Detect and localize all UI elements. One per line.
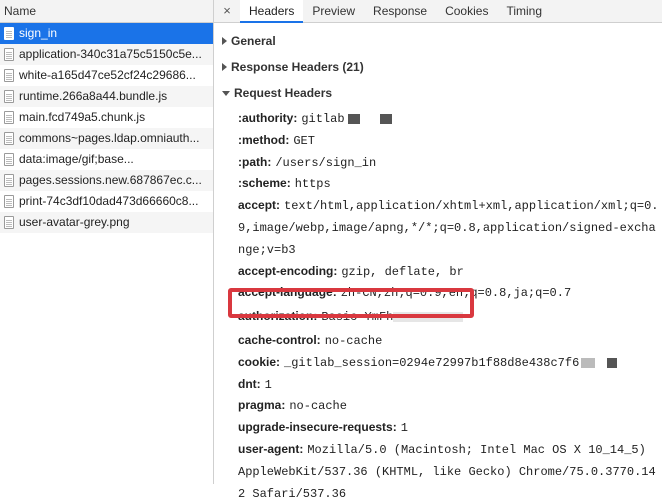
collapse-arrow-icon bbox=[222, 90, 230, 96]
header-value: _gitlab_session=0294e72997b1f88d8e438c7f… bbox=[284, 356, 618, 370]
header-row: cache-control: no-cache bbox=[238, 330, 662, 352]
header-name: dnt: bbox=[238, 376, 261, 391]
header-row: cookie: _gitlab_session=0294e72997b1f88d8… bbox=[238, 352, 662, 374]
request-headers-section-toggle[interactable]: Request Headers bbox=[214, 80, 662, 106]
request-row[interactable]: runtime.266a8a44.bundle.js bbox=[0, 86, 213, 107]
request-row[interactable]: sign_in bbox=[0, 23, 213, 44]
header-name: cookie: bbox=[238, 354, 281, 369]
file-icon bbox=[4, 27, 14, 40]
request-row[interactable]: main.fcd749a5.chunk.js bbox=[0, 107, 213, 128]
tab-preview[interactable]: Preview bbox=[303, 0, 364, 22]
header-value: text/html,application/xhtml+xml,applicat… bbox=[238, 199, 659, 257]
authorization-highlight-box bbox=[228, 288, 474, 318]
request-name: user-avatar-grey.png bbox=[19, 215, 130, 229]
header-row: :scheme: https bbox=[238, 173, 662, 195]
file-icon bbox=[4, 111, 14, 124]
header-value: GET bbox=[293, 133, 315, 148]
request-name: white-a165d47ce52cf24c29686... bbox=[19, 68, 196, 82]
header-name: :path: bbox=[238, 154, 272, 169]
header-value: /users/sign_in bbox=[275, 155, 377, 170]
request-detail-panel: × Headers Preview Response Cookies Timin… bbox=[214, 0, 662, 501]
file-icon bbox=[4, 90, 14, 103]
header-value: gzip, deflate, br bbox=[341, 264, 464, 279]
request-name: commons~pages.ldap.omniauth... bbox=[19, 131, 200, 145]
section-title: General bbox=[231, 34, 276, 48]
tab-response[interactable]: Response bbox=[364, 0, 436, 22]
general-section-toggle[interactable]: General bbox=[214, 28, 662, 54]
file-icon bbox=[4, 48, 14, 61]
file-icon bbox=[4, 153, 14, 166]
header-row: upgrade-insecure-requests: 1 bbox=[238, 417, 662, 439]
response-headers-section-toggle[interactable]: Response Headers (21) bbox=[214, 54, 662, 80]
tab-headers[interactable]: Headers bbox=[240, 0, 304, 23]
redaction-block bbox=[581, 357, 596, 368]
request-name: application-340c31a75c5150c5e... bbox=[19, 47, 202, 61]
header-row: :path:/users/sign_in bbox=[238, 152, 662, 174]
request-row[interactable]: user-avatar-grey.png bbox=[0, 212, 213, 233]
request-name: sign_in bbox=[19, 26, 58, 40]
file-icon bbox=[4, 69, 14, 82]
file-icon bbox=[4, 132, 14, 145]
header-value: no-cache bbox=[289, 399, 347, 414]
request-name: main.fcd749a5.chunk.js bbox=[19, 110, 146, 124]
header-row: accept-encoding: gzip, deflate, br bbox=[238, 261, 662, 283]
file-icon bbox=[4, 174, 14, 187]
redaction-block bbox=[347, 113, 360, 124]
header-value: 1 bbox=[264, 377, 272, 392]
request-row[interactable]: application-340c31a75c5150c5e... bbox=[0, 44, 213, 65]
header-name: :scheme: bbox=[238, 176, 291, 191]
request-name: print-74c3df10dad473d66660c8... bbox=[19, 194, 199, 208]
header-row: dnt: 1 bbox=[238, 374, 662, 396]
file-icon bbox=[4, 216, 14, 229]
file-icon bbox=[4, 195, 14, 208]
section-title: Response Headers (21) bbox=[231, 60, 364, 74]
header-row: accept: text/html,application/xhtml+xml,a… bbox=[238, 195, 662, 260]
expand-arrow-icon bbox=[222, 37, 227, 45]
redaction-block bbox=[607, 357, 618, 368]
request-row[interactable]: data:image/gif;base... bbox=[0, 149, 213, 170]
request-name: pages.sessions.new.687867ec.c... bbox=[19, 173, 202, 187]
header-row: user-agent: Mozilla/5.0 (Macintosh; Intel… bbox=[238, 439, 662, 504]
header-name: :method: bbox=[238, 132, 290, 147]
tab-timing[interactable]: Timing bbox=[497, 0, 551, 22]
request-name: runtime.266a8a44.bundle.js bbox=[19, 89, 168, 103]
header-value: no-cache bbox=[324, 333, 383, 348]
request-row[interactable]: pages.sessions.new.687867ec.c... bbox=[0, 170, 213, 191]
request-list: sign_in application-340c31a75c5150c5e...… bbox=[0, 23, 213, 233]
header-name: pragma: bbox=[238, 398, 286, 413]
header-row: :method: GET bbox=[238, 130, 662, 152]
header-value: gitlab bbox=[301, 112, 392, 126]
tab-cookies[interactable]: Cookies bbox=[436, 0, 497, 22]
header-row: :authority: gitlab bbox=[238, 108, 662, 130]
request-list-panel: Name sign_in application-340c31a75c5150c… bbox=[0, 0, 214, 484]
header-name: upgrade-insecure-requests: bbox=[238, 420, 397, 435]
expand-arrow-icon bbox=[222, 63, 227, 71]
request-row[interactable]: print-74c3df10dad473d66660c8... bbox=[0, 191, 213, 212]
header-value: https bbox=[294, 177, 331, 192]
detail-tab-bar: × Headers Preview Response Cookies Timin… bbox=[214, 0, 662, 23]
header-name: user-agent: bbox=[238, 441, 304, 456]
request-name: data:image/gif;base... bbox=[19, 152, 134, 166]
name-column-header[interactable]: Name bbox=[0, 0, 213, 23]
section-title: Request Headers bbox=[234, 86, 333, 100]
request-row[interactable]: white-a165d47ce52cf24c29686... bbox=[0, 65, 213, 86]
close-icon[interactable]: × bbox=[214, 0, 240, 22]
header-name: accept: bbox=[238, 198, 281, 213]
header-name: accept-encoding: bbox=[238, 263, 338, 278]
header-value: 1 bbox=[400, 421, 408, 436]
header-name: cache-control: bbox=[238, 332, 321, 347]
header-name: :authority: bbox=[238, 111, 298, 125]
redaction-block bbox=[379, 113, 392, 124]
header-row: pragma: no-cache bbox=[238, 395, 662, 417]
request-row[interactable]: commons~pages.ldap.omniauth... bbox=[0, 128, 213, 149]
